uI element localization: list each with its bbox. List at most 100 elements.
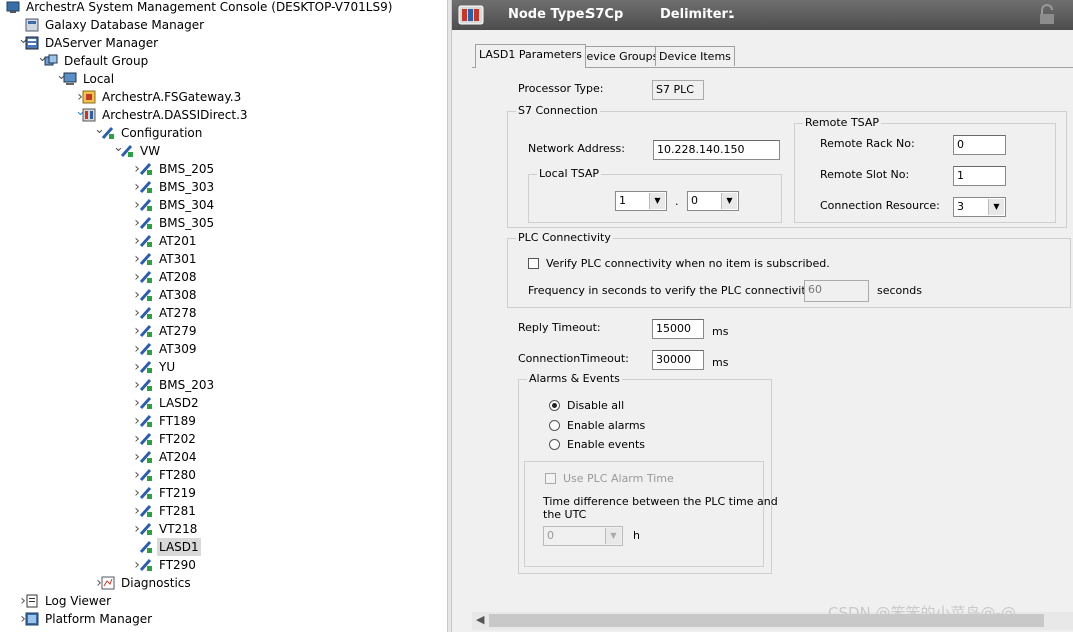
device-icon: [139, 162, 153, 176]
device-icon: [139, 468, 153, 482]
time-diff-unit: h: [633, 529, 640, 542]
tree-item-label: AT204: [159, 450, 197, 464]
tree-item-at308[interactable]: › AT308: [0, 286, 447, 304]
tree-item-bms-305[interactable]: › BMS_305: [0, 214, 447, 232]
tree-item-label: AT208: [159, 270, 197, 284]
tree-item-label: BMS_203: [159, 378, 215, 392]
tree-item-ft219[interactable]: › FT219: [0, 484, 447, 502]
connection-timeout-input[interactable]: 30000: [652, 350, 704, 370]
time-diff-label-line1: Time difference between the PLC time and: [543, 495, 778, 508]
tree-item-ft202[interactable]: › FT202: [0, 430, 447, 448]
tree-item-vw[interactable]: ⌄ VW: [0, 141, 447, 160]
tree-item-lasd1[interactable]: LASD1: [0, 538, 447, 556]
tree-item-at301[interactable]: › AT301: [0, 250, 447, 268]
connection-timeout-label: ConnectionTimeout:: [518, 352, 629, 365]
tree-item-label: VW: [140, 144, 161, 158]
reply-timeout-input[interactable]: 15000: [652, 319, 704, 339]
scroll-left-arrow-icon[interactable]: ◀: [476, 613, 484, 626]
tab-device-groups[interactable]: Device Groups: [574, 46, 663, 66]
tree-item-archestra-fsgateway-3[interactable]: › ArchestrA.FSGateway.3: [0, 88, 447, 106]
local-tsap-separator: .: [675, 195, 679, 208]
tree-item-vt218[interactable]: › VT218: [0, 520, 447, 538]
details-pane: Node Type: S7Cp Delimiter: . LASD1 Param…: [452, 0, 1073, 632]
tree-item-bms-304[interactable]: › BMS_304: [0, 196, 447, 214]
tree-item-label: AT279: [159, 324, 197, 338]
tree-item-label: FT189: [159, 414, 196, 428]
device-icon: [139, 432, 153, 446]
local-tsap-a-select[interactable]: 1 ▼: [615, 191, 667, 211]
enable-alarms-radio[interactable]: [549, 420, 560, 431]
tree-item-platform-manager[interactable]: › Platform Manager: [0, 610, 447, 628]
disable-all-label: Disable all: [567, 399, 625, 412]
tree-item-label: BMS_303: [159, 180, 215, 194]
device-icon: [139, 504, 153, 518]
device-icon: [139, 252, 153, 266]
local-tsap-group: Local TSAP 1 ▼ . 0 ▼: [528, 167, 782, 223]
remote-slot-input[interactable]: 1: [953, 166, 1006, 186]
enable-events-radio[interactable]: [549, 439, 560, 450]
tree-item-local[interactable]: ⌄ Local: [0, 69, 447, 88]
disable-all-radio[interactable]: [549, 400, 560, 411]
time-diff-label-line2: the UTC: [543, 508, 587, 521]
frequency-input: 60: [804, 280, 869, 302]
tree-item-bms-303[interactable]: › BMS_303: [0, 178, 447, 196]
tree-item-at208[interactable]: › AT208: [0, 268, 447, 286]
tree-item-ft290[interactable]: › FT290: [0, 556, 447, 574]
tree-item-label: ArchestrA.FSGateway.3: [102, 90, 242, 104]
tree-item-bms-203[interactable]: › BMS_203: [0, 376, 447, 394]
use-plc-alarm-time-checkbox[interactable]: [545, 473, 556, 484]
tree-item-galaxy-database-manager[interactable]: Galaxy Database Manager: [0, 16, 447, 34]
console-icon: [6, 0, 20, 14]
parameters-form: Processor Type: S7 PLC S7 Connection Net…: [472, 67, 1073, 615]
tree-item-daserver-manager[interactable]: ⌄ DAServer Manager: [0, 33, 447, 52]
tree-item-at204[interactable]: › AT204: [0, 448, 447, 466]
node-type-icon: [458, 3, 484, 27]
platform-icon: [25, 612, 39, 626]
delimiter-label: Delimiter:: [660, 7, 734, 22]
device-icon: [139, 342, 153, 356]
tree-item-at309[interactable]: › AT309: [0, 340, 447, 358]
device-icon: [120, 144, 134, 158]
tree-item-ft281[interactable]: › FT281: [0, 502, 447, 520]
time-diff-select[interactable]: 0 ▼: [543, 526, 623, 546]
node-header: Node Type: S7Cp Delimiter: .: [452, 0, 1073, 30]
connection-resource-label: Connection Resource:: [820, 199, 940, 212]
tree-item-bms-205[interactable]: › BMS_205: [0, 160, 447, 178]
verify-plc-checkbox[interactable]: [528, 258, 539, 269]
tab-device-items[interactable]: Device Items: [655, 46, 735, 66]
tree-item-configuration[interactable]: ⌄ Configuration: [0, 123, 447, 142]
device-icon: [139, 360, 153, 374]
tree-item-label: Diagnostics: [121, 576, 191, 590]
tree-item-ft280[interactable]: › FT280: [0, 466, 447, 484]
device-icon: [139, 234, 153, 248]
device-icon: [139, 486, 153, 500]
tree-item-log-viewer[interactable]: › Log Viewer: [0, 592, 447, 610]
tree-item-archestra-system-management-console-desktop-v701ls9-[interactable]: ArchestrA System Management Console (DES…: [0, 0, 447, 16]
device-icon: [139, 396, 153, 410]
tree-item-yu[interactable]: › YU: [0, 358, 447, 376]
tree-item-at278[interactable]: › AT278: [0, 304, 447, 322]
tree-item-label: FT280: [159, 468, 196, 482]
tree-item-label: AT308: [159, 288, 197, 302]
network-address-input[interactable]: 10.228.140.150: [653, 140, 780, 160]
tree-item-diagnostics[interactable]: › Diagnostics: [0, 574, 447, 592]
local-tsap-b-select[interactable]: 0 ▼: [687, 191, 739, 211]
tree-item-default-group[interactable]: ⌄ Default Group: [0, 51, 447, 70]
connection-resource-select[interactable]: 3 ▼: [953, 197, 1006, 217]
tree-item-lasd2[interactable]: › LASD2: [0, 394, 447, 412]
tree-view[interactable]: ArchestrA System Management Console (DES…: [0, 0, 447, 632]
device-icon: [139, 216, 153, 230]
reply-timeout-unit: ms: [712, 325, 729, 338]
tree-item-label: AT201: [159, 234, 197, 248]
chevron-down-icon: ▼: [988, 199, 1004, 215]
tree-item-at201[interactable]: › AT201: [0, 232, 447, 250]
tab-lasd1-parameters[interactable]: LASD1 Parameters: [475, 44, 586, 68]
group-icon: [44, 54, 58, 68]
tree-item-label: Galaxy Database Manager: [45, 18, 205, 32]
tree-item-label: FT219: [159, 486, 196, 500]
tree-item-label: AT309: [159, 342, 197, 356]
tree-item-at279[interactable]: › AT279: [0, 322, 447, 340]
remote-rack-input[interactable]: 0: [953, 135, 1006, 155]
tree-item-archestra-dassidirect-3[interactable]: ⌄ ArchestrA.DASSIDirect.3: [0, 105, 447, 124]
tree-item-ft189[interactable]: › FT189: [0, 412, 447, 430]
